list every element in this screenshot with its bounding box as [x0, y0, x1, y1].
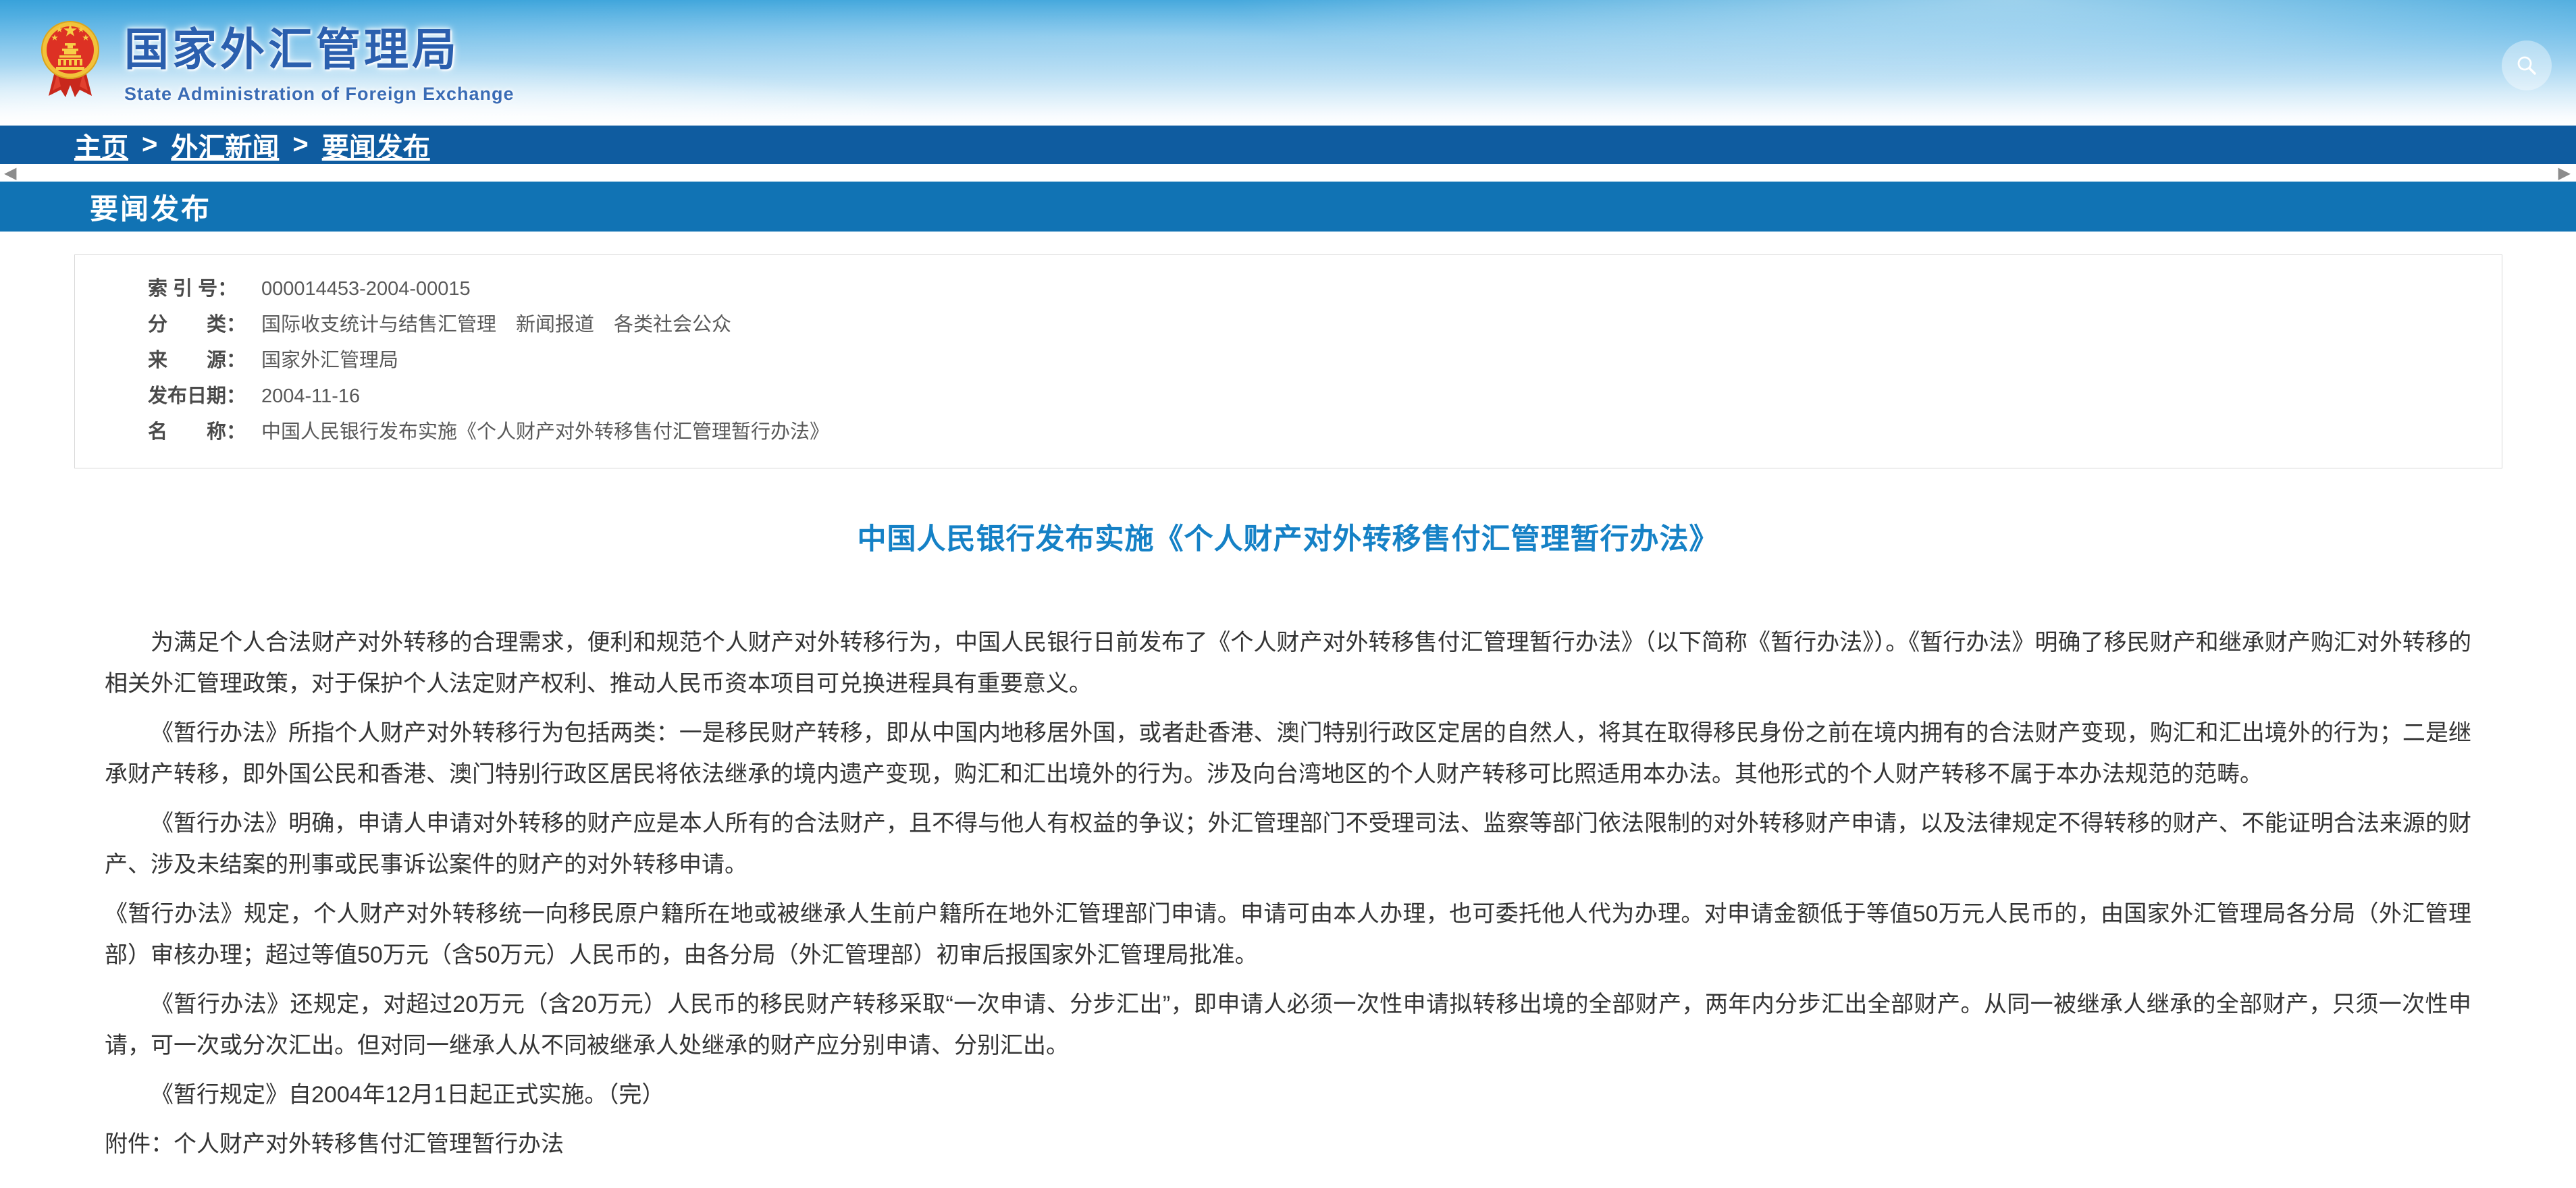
page: 国家外汇管理局 State Administration of Foreign … [0, 0, 2576, 1188]
scroll-right-arrow-icon[interactable]: ▶ [2558, 165, 2571, 181]
breadcrumb-item-news-release[interactable]: 要闻发布 [322, 126, 430, 165]
meta-value: 国际收支统计与结售汇管理 新闻报道 各类社会公众 [261, 314, 731, 335]
section-title: 要闻发布 [90, 186, 211, 227]
org-name-en: State Administration of Foreign Exchange [124, 84, 515, 105]
article-paragraph: 《暂行规定》自2004年12月1日起正式实施。（完） [105, 1075, 2471, 1116]
breadcrumb-separator: > [292, 130, 308, 160]
search-button[interactable] [2502, 40, 2552, 90]
section-bar: 要闻发布 [0, 182, 2576, 232]
breadcrumb-item-home[interactable]: 主页 [74, 126, 128, 165]
meta-value: 000014453-2004-00015 [261, 278, 471, 300]
meta-box: 索 引 号：000014453-2004-00015 分 类：国际收支统计与结售… [74, 254, 2502, 468]
article-title: 中国人民银行发布实施《个人财产对外转移售付汇管理暂行办法》 [149, 516, 2427, 558]
content: 索 引 号：000014453-2004-00015 分 类：国际收支统计与结售… [0, 254, 2576, 1165]
article-body: 为满足个人合法财产对外转移的合理需求，便利和规范个人财产对外转移行为，中国人民银… [105, 622, 2471, 1165]
meta-value: 国家外汇管理局 [261, 350, 398, 371]
site-header: 国家外汇管理局 State Administration of Foreign … [0, 0, 2576, 126]
meta-row-category: 分 类：国际收支统计与结售汇管理 新闻报道 各类社会公众 [148, 307, 2475, 343]
scroll-strip: ◀ ▶ [0, 164, 2576, 182]
site-logo[interactable]: 国家外汇管理局 State Administration of Foreign … [41, 14, 515, 105]
breadcrumb-item-forex-news[interactable]: 外汇新闻 [171, 126, 279, 165]
article-attachment-line: 附件：个人财产对外转移售付汇管理暂行办法 [105, 1124, 2471, 1165]
article-paragraph: 《暂行办法》规定，个人财产对外转移统一向移民原户籍所在地或被继承人生前户籍所在地… [105, 894, 2471, 976]
article-paragraph: 《暂行办法》明确，申请人申请对外转移的财产应是本人所有的合法财产，且不得与他人有… [105, 803, 2471, 886]
meta-value: 中国人民银行发布实施《个人财产对外转移售付汇管理暂行办法》 [261, 421, 829, 443]
meta-label: 索 引 号： [148, 271, 257, 307]
meta-row-publish-date: 发布日期：2004-11-16 [148, 379, 2475, 414]
logo-text: 国家外汇管理局 State Administration of Foreign … [124, 14, 515, 105]
meta-row-title: 名 称：中国人民银行发布实施《个人财产对外转移售付汇管理暂行办法》 [148, 414, 2475, 450]
meta-label: 发布日期： [148, 379, 257, 414]
meta-row-source: 来 源：国家外汇管理局 [148, 343, 2475, 379]
meta-row-index-number: 索 引 号：000014453-2004-00015 [148, 271, 2475, 307]
article-paragraph: 《暂行办法》还规定，对超过20万元（含20万元）人民币的移民财产转移采取“一次申… [105, 984, 2471, 1066]
meta-label: 名 称： [148, 414, 257, 450]
breadcrumb-separator: > [142, 130, 157, 160]
search-icon [2515, 54, 2538, 77]
article-paragraph: 《暂行办法》所指个人财产对外转移行为包括两类：一是移民财产转移，即从中国内地移居… [105, 713, 2471, 795]
org-name-cn: 国家外汇管理局 [124, 14, 515, 78]
china-national-emblem-icon [41, 15, 100, 103]
breadcrumb: 主页 > 外汇新闻 > 要闻发布 [0, 126, 2576, 164]
meta-label: 分 类： [148, 307, 257, 343]
article-paragraph: 为满足个人合法财产对外转移的合理需求，便利和规范个人财产对外转移行为，中国人民银… [105, 622, 2471, 705]
scroll-left-arrow-icon[interactable]: ◀ [4, 165, 16, 181]
meta-value: 2004-11-16 [261, 385, 360, 407]
meta-label: 来 源： [148, 343, 257, 379]
